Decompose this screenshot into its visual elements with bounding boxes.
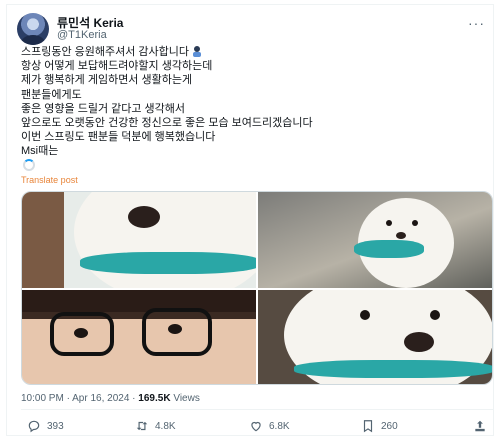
reply-button[interactable]: 393: [27, 419, 64, 433]
repost-count: 4.8K: [155, 420, 176, 432]
dog-nose: [128, 206, 160, 228]
selfie-hair: [22, 290, 256, 312]
photo-dog-face[interactable]: [258, 290, 492, 384]
bookmark-button[interactable]: 260: [361, 419, 398, 433]
post-line: 스프링동안 응원해주셔서 감사합니다: [21, 46, 190, 58]
photo-dog-closeup[interactable]: [22, 192, 256, 288]
post-line: Msi때는: [21, 145, 59, 158]
dog-nose: [396, 232, 406, 239]
bookmark-icon: [363, 420, 373, 433]
post-text: 스프링동안 응원해주셔서 감사합니다 항상 어떻게 보답해드려야할지 생각하는데…: [21, 45, 491, 173]
dog-collar: [354, 240, 424, 258]
selfie-eye: [74, 328, 88, 338]
avatar-figure: [21, 35, 45, 45]
dog-eye: [386, 220, 392, 226]
meta-separator: ·: [129, 393, 139, 404]
photo-selfie[interactable]: [22, 290, 256, 384]
repost-icon: [136, 421, 148, 431]
share-icon: [475, 420, 485, 432]
avatar[interactable]: [17, 13, 49, 45]
dog-eye: [360, 310, 370, 320]
like-button[interactable]: 6.8K: [249, 419, 290, 433]
dog-eye: [430, 310, 440, 320]
more-icon[interactable]: ···: [468, 15, 485, 31]
bookmark-count: 260: [381, 420, 398, 432]
selfie-eye: [168, 324, 182, 334]
post-line: 팬분들에게도: [21, 88, 82, 101]
divider: [21, 409, 493, 410]
post-line: 이번 스프링도 팬분들 덕분에 행복했습니다: [21, 131, 216, 144]
post-line: 좋은 영향을 드릴거 같다고 생각해서: [21, 102, 186, 115]
repost-button[interactable]: 4.8K: [135, 419, 176, 433]
media-grid: [21, 191, 493, 385]
views-count: 169.5K: [138, 393, 171, 404]
post-timestamp[interactable]: 10:00 PM · Apr 16, 2024: [21, 393, 129, 404]
loading-icon: [23, 158, 35, 171]
like-count: 6.8K: [269, 420, 290, 432]
action-bar: 393 4.8K 6.8K 260: [21, 419, 493, 439]
reply-icon: [28, 420, 40, 433]
share-button[interactable]: [473, 419, 487, 433]
dog-collar: [80, 252, 256, 274]
dog-collar: [294, 360, 492, 378]
post-header: 류민석 Keria @T1Keria ···: [17, 13, 487, 45]
post-card: 류민석 Keria @T1Keria ··· 스프링동안 응원해주셔서 감사합니…: [6, 4, 494, 436]
post-line: 제가 행복하게 게임하면서 생활하는게: [21, 74, 193, 87]
translate-link[interactable]: Translate post: [21, 175, 78, 185]
photo-dog-walking[interactable]: [258, 192, 492, 288]
dog-nose: [404, 332, 434, 352]
views-label: Views: [170, 393, 200, 404]
author-handle[interactable]: @T1Keria: [57, 29, 107, 41]
dog-eye: [412, 220, 418, 226]
emoji-icon: [193, 46, 202, 57]
reply-count: 393: [47, 420, 64, 432]
post-line: 항상 어떻게 보답해드려야할지 생각하는데: [21, 60, 213, 73]
post-line: 앞으로도 오랫동안 건강한 정신으로 좋은 모습 보여드리겠습니다: [21, 116, 313, 129]
like-icon: [251, 421, 261, 432]
post-meta: 10:00 PM · Apr 16, 2024 · 169.5K Views: [21, 393, 200, 404]
